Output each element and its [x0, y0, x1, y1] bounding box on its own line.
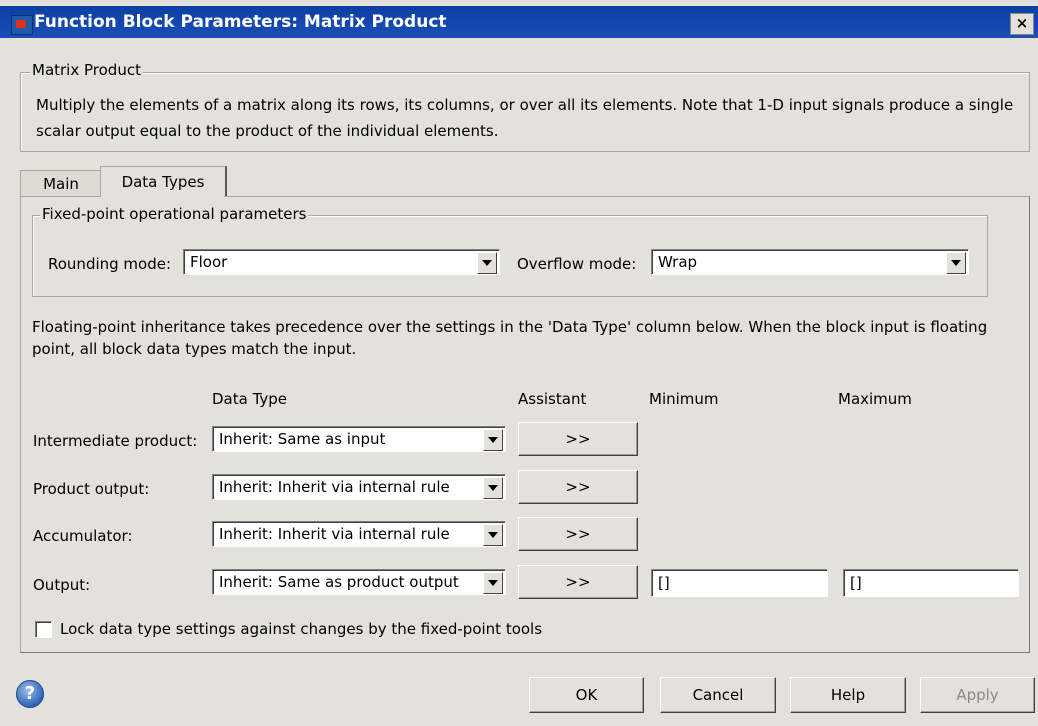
- rounding-mode-label: Rounding mode:: [48, 255, 172, 273]
- lock-data-type-label: Lock data type settings against changes …: [60, 620, 543, 638]
- ok-button[interactable]: OK: [529, 677, 644, 713]
- chevron-down-icon[interactable]: [483, 477, 503, 499]
- inheritance-note: Floating-point inheritance takes precede…: [32, 318, 988, 358]
- output-minimum-value: []: [658, 574, 670, 592]
- intermediate-product-label: Intermediate product:: [33, 432, 198, 450]
- intermediate-product-assistant-button[interactable]: >>: [518, 422, 638, 456]
- lock-data-type-checkbox[interactable]: [35, 621, 52, 638]
- close-button[interactable]: ×: [1010, 13, 1034, 35]
- block-description: Multiply the elements of a matrix along …: [36, 96, 1014, 140]
- accumulator-label: Accumulator:: [33, 527, 133, 545]
- tab-panel-border: [224, 196, 1029, 197]
- chevron-down-icon[interactable]: [483, 524, 503, 546]
- column-header-maximum: Maximum: [838, 390, 912, 408]
- accumulator-assistant-button[interactable]: >>: [518, 517, 638, 551]
- chevron-down-icon[interactable]: [477, 252, 497, 274]
- chevron-down-icon[interactable]: [946, 252, 966, 274]
- column-header-assistant: Assistant: [518, 390, 587, 408]
- product-output-label: Product output:: [33, 480, 150, 498]
- product-output-select[interactable]: Inherit: Inherit via internal rule: [212, 474, 506, 500]
- overflow-mode-label: Overflow mode:: [517, 255, 637, 273]
- tab-data-types[interactable]: Data Types: [100, 166, 227, 197]
- chevron-down-icon[interactable]: [483, 429, 503, 451]
- intermediate-product-select[interactable]: Inherit: Same as input: [212, 426, 506, 452]
- cancel-button[interactable]: Cancel: [660, 677, 776, 713]
- product-output-assistant-button[interactable]: >>: [518, 470, 638, 504]
- fixed-point-group-label: Fixed-point operational parameters: [40, 205, 309, 223]
- column-header-minimum: Minimum: [649, 390, 719, 408]
- simulink-app-icon: [11, 15, 33, 35]
- intermediate-product-value: Inherit: Same as input: [219, 430, 386, 448]
- output-assistant-button[interactable]: >>: [518, 565, 638, 599]
- chevron-down-icon[interactable]: [483, 572, 503, 594]
- tab-main[interactable]: Main: [20, 170, 102, 197]
- output-label: Output:: [33, 576, 91, 594]
- rounding-mode-select[interactable]: Floor: [183, 249, 500, 275]
- help-icon[interactable]: ?: [16, 680, 44, 708]
- overflow-mode-value: Wrap: [658, 253, 698, 271]
- help-button[interactable]: Help: [790, 677, 906, 713]
- apply-button[interactable]: Apply: [920, 677, 1035, 713]
- rounding-mode-value: Floor: [190, 253, 228, 271]
- accumulator-select[interactable]: Inherit: Inherit via internal rule: [212, 521, 506, 547]
- output-value: Inherit: Same as product output: [219, 573, 459, 591]
- tab-panel-border-left: [20, 196, 100, 197]
- dialog-window: Function Block Parameters: Matrix Produc…: [0, 0, 1038, 726]
- output-maximum-value: []: [850, 574, 862, 592]
- block-group-label: Matrix Product: [30, 61, 143, 79]
- output-select[interactable]: Inherit: Same as product output: [212, 569, 506, 595]
- output-maximum-field[interactable]: []: [843, 569, 1019, 597]
- overflow-mode-select[interactable]: Wrap: [651, 249, 969, 275]
- window-title: Function Block Parameters: Matrix Produc…: [34, 12, 447, 32]
- accumulator-value: Inherit: Inherit via internal rule: [219, 525, 450, 543]
- product-output-value: Inherit: Inherit via internal rule: [219, 478, 450, 496]
- output-minimum-field[interactable]: []: [651, 569, 828, 597]
- column-header-data-type: Data Type: [212, 390, 288, 408]
